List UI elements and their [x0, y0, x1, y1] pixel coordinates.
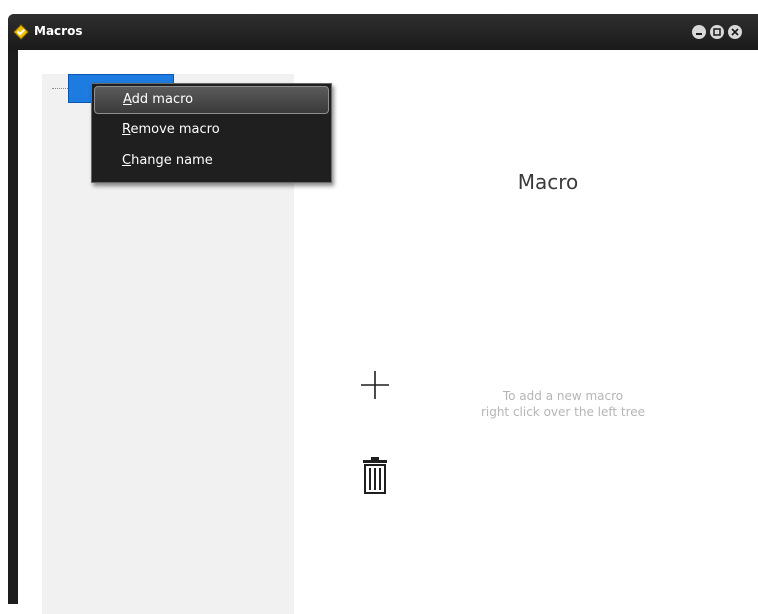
- menu-mnemonic: C: [122, 153, 132, 168]
- close-icon: [731, 28, 739, 36]
- minimize-icon: [696, 33, 702, 35]
- menu-item-add-macro[interactable]: Add macro: [94, 86, 329, 114]
- app-icon: [13, 24, 29, 40]
- window-title: Macros: [34, 24, 83, 38]
- hint-line-1: To add a new macro: [502, 389, 624, 403]
- tree-node-label: M: [73, 81, 85, 96]
- macro-title: Macro: [517, 170, 579, 194]
- menu-item-change-name[interactable]: Change name: [94, 148, 329, 176]
- menu-mnemonic: A: [123, 92, 132, 107]
- maximize-button[interactable]: [710, 25, 724, 39]
- maximize-icon: [713, 28, 721, 36]
- menu-item-remove-macro[interactable]: Remove macro: [94, 117, 329, 145]
- minimize-button[interactable]: [692, 25, 706, 39]
- plus-icon[interactable]: [358, 368, 392, 402]
- hint-line-2: right click over the left tree: [480, 405, 646, 419]
- menu-item-label: dd macro: [131, 92, 194, 107]
- menu-item-label: emove macro: [130, 122, 220, 137]
- empty-state-hint: To add a new macro right click over the …: [438, 388, 688, 420]
- trash-icon[interactable]: [361, 456, 389, 496]
- close-button[interactable]: [728, 25, 742, 39]
- context-menu: Add macro Remove macro Change name: [91, 83, 332, 183]
- title-bar[interactable]: Macros: [8, 14, 758, 50]
- menu-item-label: hange name: [131, 153, 213, 168]
- tree-connector: [52, 88, 68, 89]
